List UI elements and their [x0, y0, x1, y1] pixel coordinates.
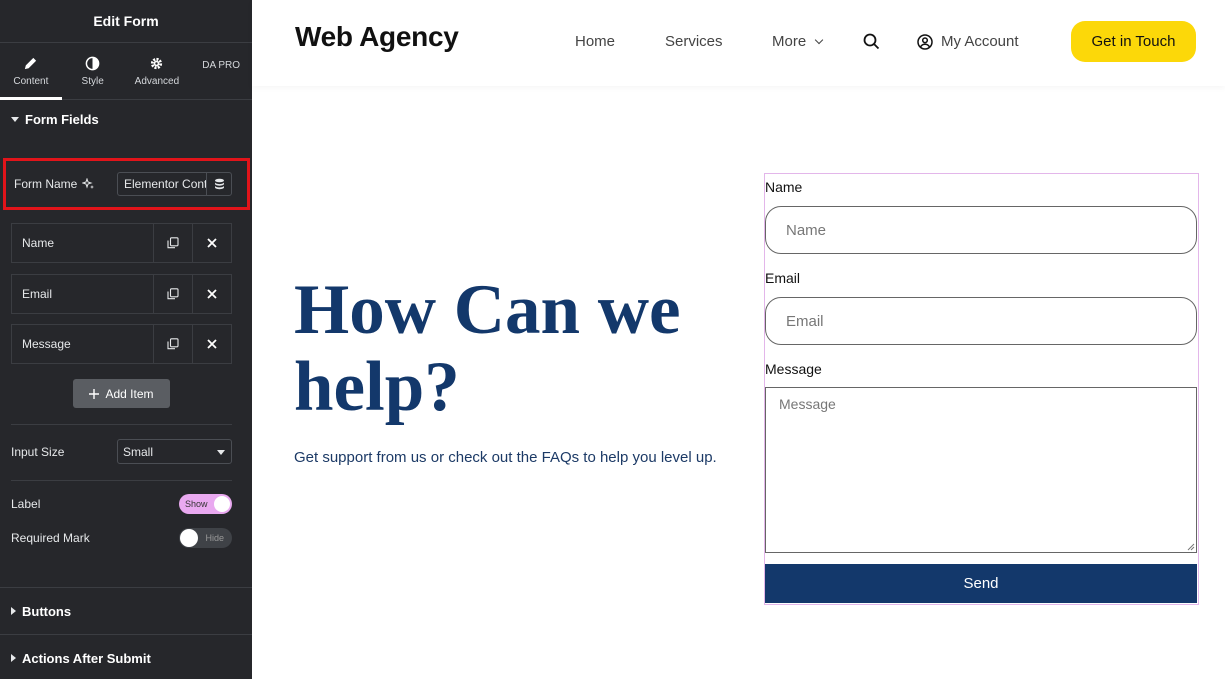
nav-home[interactable]: Home — [575, 33, 615, 50]
caret-right-icon — [11, 607, 16, 615]
remove-button[interactable] — [192, 224, 231, 262]
tab-style-label: Style — [81, 75, 104, 87]
copy-icon — [167, 288, 179, 300]
tab-style[interactable]: Style — [62, 43, 124, 99]
tab-advanced[interactable]: Advanced — [124, 43, 191, 99]
duplicate-button[interactable] — [153, 224, 192, 262]
close-icon — [207, 238, 217, 248]
database-icon — [214, 178, 224, 190]
name-label: Name — [765, 179, 803, 195]
editor-panel: Edit Form Content Style Advanced DA PRO … — [0, 0, 252, 679]
required-mark-toggle[interactable]: Hide — [179, 528, 232, 548]
divider — [11, 480, 232, 481]
close-icon — [207, 289, 217, 299]
half-circle-icon — [85, 56, 100, 70]
close-icon — [207, 339, 217, 349]
form-name-control: Form Name — [3, 158, 250, 210]
copy-icon — [167, 338, 179, 350]
chevron-down-icon — [814, 35, 824, 45]
tab-content[interactable]: Content — [0, 43, 62, 100]
site-logo[interactable]: Web Agency — [295, 21, 459, 53]
remove-button[interactable] — [192, 275, 231, 313]
caret-down-icon — [11, 116, 19, 122]
name-field[interactable] — [765, 206, 1197, 254]
my-account-link[interactable]: My Account — [917, 33, 1019, 50]
hero-title: How Can we help? — [294, 271, 681, 426]
panel-title: Edit Form — [93, 13, 159, 29]
input-size-value: Small — [123, 444, 154, 459]
label-control-label: Label — [11, 497, 41, 511]
dynamic-tags-button[interactable] — [206, 173, 231, 195]
input-size-select[interactable]: Small — [117, 439, 232, 464]
user-circle-icon — [917, 33, 933, 50]
message-label: Message — [765, 361, 822, 377]
section-divider — [0, 634, 252, 635]
get-in-touch-button[interactable]: Get in Touch — [1071, 21, 1196, 62]
panel-header: Edit Form — [0, 0, 252, 43]
repeater-item-label: Message — [22, 337, 71, 351]
gear-icon — [151, 57, 163, 69]
nav-more[interactable]: More — [772, 33, 824, 50]
panel-tabs: Content Style Advanced DA PRO — [0, 43, 252, 100]
form-name-label-text: Form Name — [14, 177, 78, 191]
site-header: Web Agency Home Services More My Account… — [252, 0, 1225, 86]
ai-sparkle-icon[interactable] — [82, 178, 95, 190]
tab-content-label: Content — [13, 75, 49, 87]
repeater-item-label: Name — [22, 236, 55, 250]
toggle-knob — [214, 496, 230, 512]
hero-subtitle: Get support from us or check out the FAQ… — [294, 449, 717, 466]
chevron-down-icon — [217, 450, 225, 455]
send-button[interactable]: Send — [765, 564, 1197, 603]
form-fields-section-title: Form Fields — [25, 111, 99, 127]
tab-advanced-label: Advanced — [134, 75, 180, 87]
toggle-knob — [180, 529, 198, 547]
nav-services[interactable]: Services — [665, 33, 723, 50]
divider — [11, 424, 232, 425]
duplicate-button[interactable] — [153, 325, 192, 363]
actions-after-submit-toggle[interactable]: Actions After Submit — [0, 648, 252, 668]
duplicate-button[interactable] — [153, 275, 192, 313]
buttons-section-title: Buttons — [22, 603, 72, 619]
form-name-field — [117, 172, 232, 196]
repeater-item-name[interactable]: Name — [11, 223, 232, 263]
input-size-label: Input Size — [11, 445, 65, 459]
required-mark-label: Required Mark — [11, 531, 90, 545]
plus-icon — [89, 388, 100, 399]
add-item-label: Add Item — [105, 386, 154, 401]
caret-right-icon — [11, 654, 16, 662]
copy-icon — [167, 237, 179, 249]
repeater-item-email[interactable]: Email — [11, 274, 232, 314]
my-account-label: My Account — [941, 33, 1019, 50]
label-toggle-text: Show — [185, 499, 208, 509]
required-mark-toggle-text: Hide — [205, 533, 224, 543]
pencil-icon — [25, 57, 37, 69]
form-name-label: Form Name — [14, 177, 95, 191]
repeater-item-message[interactable]: Message — [11, 324, 232, 364]
contact-form: Name Email Message Send — [764, 173, 1199, 605]
add-item-button[interactable]: Add Item — [73, 379, 170, 408]
buttons-section-toggle[interactable]: Buttons — [0, 601, 252, 621]
resize-grip-icon[interactable] — [1187, 543, 1195, 551]
form-fields-section-toggle[interactable]: Form Fields — [0, 100, 252, 138]
email-field[interactable] — [765, 297, 1197, 345]
actions-after-submit-title: Actions After Submit — [22, 650, 151, 666]
nav-more-label: More — [772, 33, 807, 50]
section-divider — [0, 587, 252, 588]
email-label: Email — [765, 270, 801, 286]
tab-da-pro[interactable]: DA PRO — [190, 43, 252, 99]
repeater-item-label: Email — [22, 287, 53, 301]
label-toggle[interactable]: Show — [179, 494, 232, 514]
remove-button[interactable] — [192, 325, 231, 363]
form-name-input[interactable] — [118, 173, 206, 195]
tab-da-pro-label: DA PRO — [202, 59, 241, 71]
message-field[interactable] — [765, 387, 1197, 553]
search-icon[interactable] — [863, 33, 880, 55]
